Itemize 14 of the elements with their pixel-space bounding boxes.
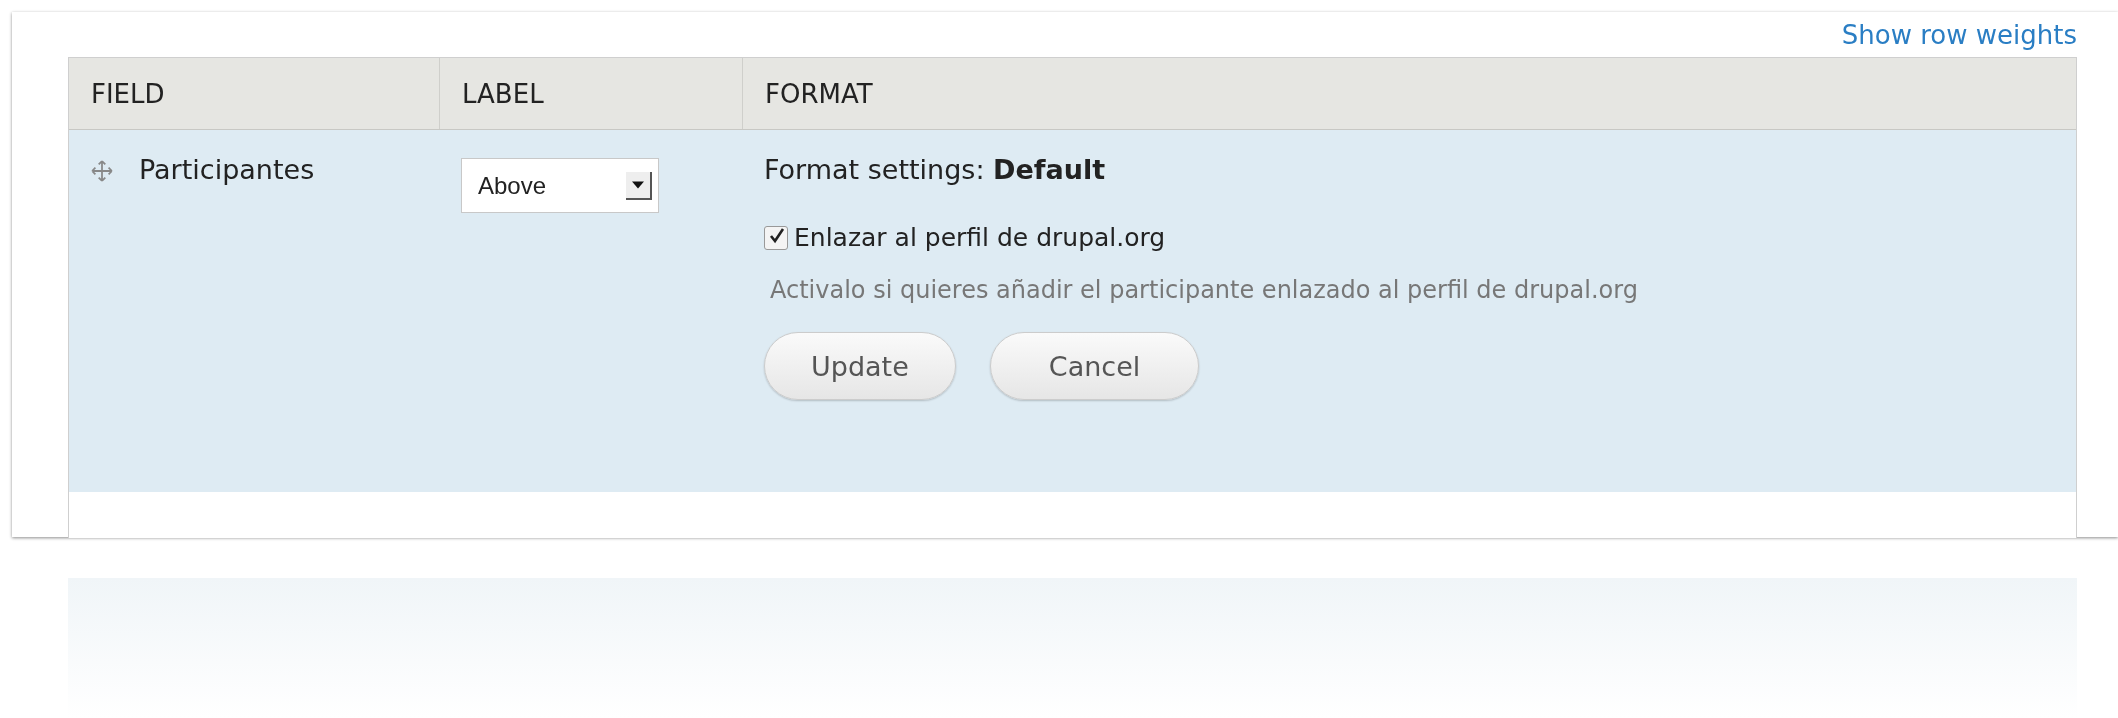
cancel-button[interactable]: Cancel	[989, 332, 1200, 400]
show-row-weights-link[interactable]: Show row weights	[1841, 19, 2077, 50]
caret-icon	[632, 180, 644, 189]
checkbox-label: Enlazar al perfil de drupal.org	[794, 223, 1166, 252]
column-header: LABEL	[439, 58, 742, 129]
field-name: Participantes	[139, 154, 315, 185]
update-button[interactable]: Update	[764, 332, 956, 400]
label-dropdown[interactable]: Above	[461, 158, 659, 213]
format-summary: Format settings: Default	[764, 154, 1107, 185]
column-header: FIELD	[90, 77, 166, 111]
column-header: FORMAT	[742, 58, 2076, 129]
checkbox[interactable]	[764, 225, 788, 250]
drag-handle-icon[interactable]	[91, 160, 113, 182]
description-text: Activalo si quieres añadir el participante enlazado al perfil de drupal.org	[770, 276, 1639, 304]
